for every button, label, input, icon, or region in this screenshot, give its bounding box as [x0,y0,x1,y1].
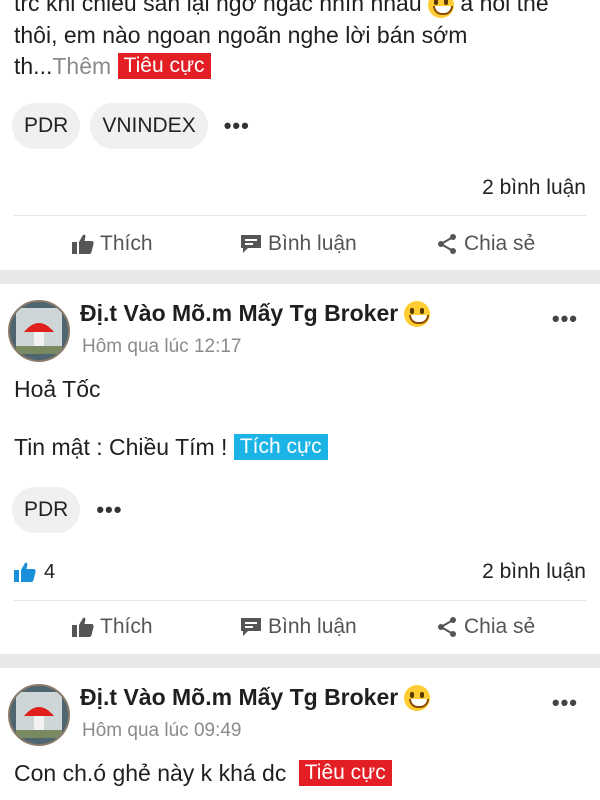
post-actions: Thích Bình luận Chia sẻ [0,607,600,647]
post-text-truncated: th... [14,53,53,79]
comment-count[interactable]: 2 bình luận [482,560,586,584]
more-tags-button[interactable]: ••• [90,497,122,523]
ticker-tags: PDR VNINDEX ••• [12,103,250,149]
post-menu-button[interactable]: ••• [552,690,578,716]
share-label: Chia sẻ [464,232,536,255]
share-button[interactable]: Chia sẻ [436,615,535,639]
comment-icon [241,235,261,253]
author-name-text: Đị.t Vào Mõ.m Mấy Tg Broker [80,300,399,326]
share-button[interactable]: Chia sẻ [436,232,535,256]
author-name-text: Đị.t Vào Mõ.m Mấy Tg Broker [80,684,399,710]
post-text-line: Hoả Tốc [14,376,101,402]
post-timestamp: Hôm qua lúc 12:17 [82,336,242,357]
comment-button[interactable]: Bình luận [240,232,357,256]
post-text-line: Tin mật : Chiều Tím ! Tích cực [14,432,328,462]
comment-icon [241,618,261,636]
like-count[interactable]: 4 [14,561,55,584]
post-separator [0,270,600,284]
post-header: Đị.t Vào Mõ.m Mấy Tg Broker Hôm qua lúc … [0,296,600,376]
post-2: Đị.t Vào Mõ.m Mấy Tg Broker Hôm qua lúc … [0,284,600,654]
share-label: Chia sẻ [464,615,536,638]
post-text-line: th...Thêm Tiêu cực [14,51,211,81]
post-stats: 2 bình luận [14,173,586,203]
avatar-image-icon [10,686,68,744]
like-button[interactable]: Thích [72,615,153,639]
post-text-line: à nói thế [460,0,549,16]
comment-label: Bình luận [268,615,357,638]
author-name[interactable]: Đị.t Vào Mõ.m Mấy Tg Broker [80,684,431,711]
share-icon [438,617,456,637]
like-label: Thích [100,615,153,638]
thumbs-up-icon [72,234,94,254]
avatar[interactable] [8,684,70,746]
ticker-tags: PDR ••• [12,487,122,533]
thumbs-up-icon [72,617,94,637]
post-1: trc khi chiều sàn lại ngỡ ngác nhìn nhau… [0,0,600,268]
sentiment-badge-negative: Tiêu cực [117,53,211,79]
post-header: Đị.t Vào Mõ.m Mấy Tg Broker Hôm qua lúc … [0,680,600,760]
post-text-line: thôi, em nào ngoan ngoãn nghe lời bán sớ… [14,22,468,48]
more-tags-button[interactable]: ••• [218,113,250,139]
ticker-chip-pdr[interactable]: PDR [12,103,81,149]
ticker-chip-vnindex[interactable]: VNINDEX [90,103,208,149]
post-body: trc khi chiều sàn lại ngỡ ngác nhìn nhau… [14,0,549,18]
sentiment-badge-positive: Tích cực [233,434,328,460]
grin-emoji-icon [404,300,431,327]
see-more-link[interactable]: Thêm [52,53,111,79]
post-actions: Thích Bình luận Chia sẻ [0,224,600,264]
post-text-line: Con ch.ó ghẻ này k khá dc Tiêu cực [14,758,392,788]
author-name[interactable]: Đị.t Vào Mõ.m Mấy Tg Broker [80,300,431,327]
post-stats: 4 2 bình luận [14,557,586,587]
post-separator [0,654,600,668]
grin-emoji-icon [404,684,431,711]
divider [14,215,586,216]
avatar[interactable] [8,300,70,362]
post-timestamp: Hôm qua lúc 09:49 [82,720,242,741]
post-text: Con ch.ó ghẻ này k khá dc [14,760,287,786]
post-text: Tin mật : Chiều Tím ! [14,434,228,460]
like-label: Thích [100,232,153,255]
comment-button[interactable]: Bình luận [240,615,357,639]
grin-emoji-icon [428,0,455,18]
thumbs-up-icon [14,562,36,582]
ticker-chip-pdr[interactable]: PDR [12,487,81,533]
post-text-line: trc khi chiều sàn lại ngỡ ngác nhìn nhau [14,0,422,16]
sentiment-badge-negative: Tiêu cực [298,760,392,786]
like-button[interactable]: Thích [72,232,153,256]
avatar-image-icon [10,302,68,360]
post-3: Đị.t Vào Mõ.m Mấy Tg Broker Hôm qua lúc … [0,668,600,800]
divider [14,600,586,601]
comment-count[interactable]: 2 bình luận [482,176,586,200]
share-icon [438,234,456,254]
post-menu-button[interactable]: ••• [552,306,578,332]
like-count-value: 4 [44,560,56,583]
comment-label: Bình luận [268,232,357,255]
